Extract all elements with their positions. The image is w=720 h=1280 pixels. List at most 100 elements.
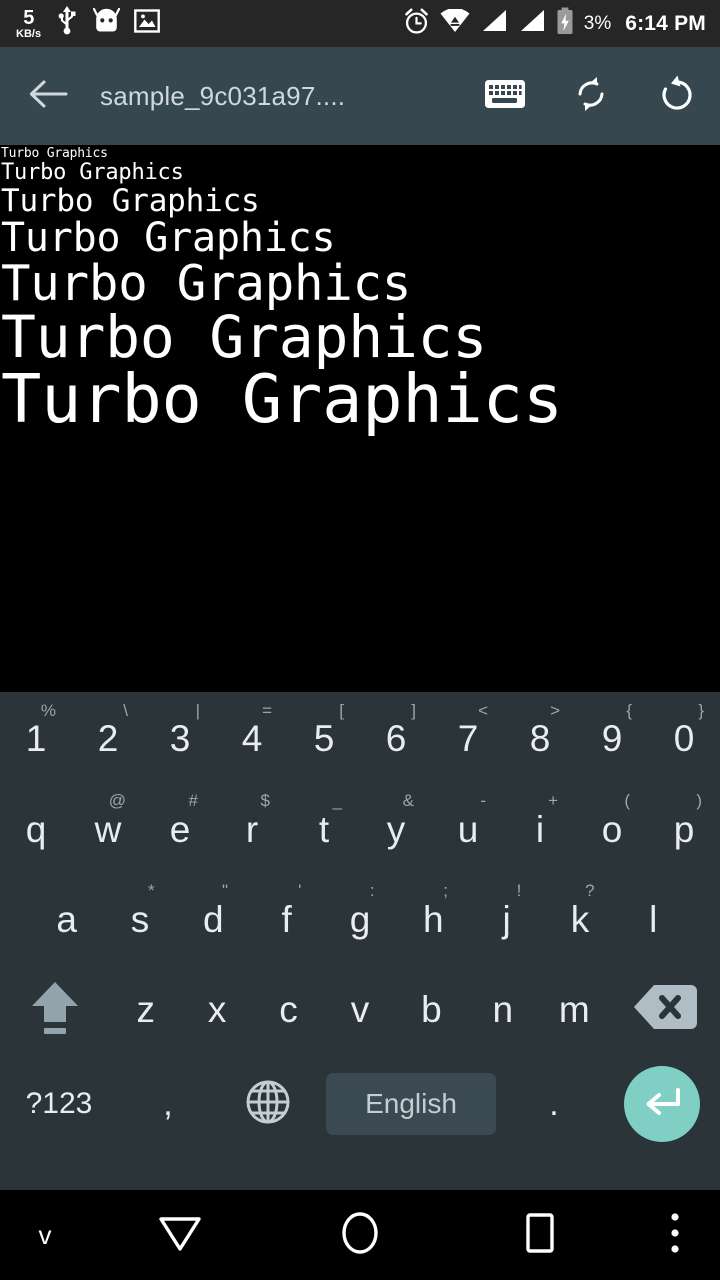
text-line: Turbo Graphics bbox=[1, 255, 412, 312]
key-label: 6 bbox=[385, 717, 407, 759]
comma-key[interactable]: , bbox=[118, 1054, 218, 1154]
spacebar[interactable]: English bbox=[326, 1073, 496, 1135]
key-b[interactable]: b bbox=[396, 964, 467, 1054]
language-switch-key[interactable] bbox=[218, 1054, 318, 1154]
key-8[interactable]: >8 bbox=[504, 692, 576, 784]
text-line: Turbo Graphics bbox=[1, 146, 108, 161]
key-p[interactable]: ) p bbox=[648, 784, 720, 874]
key-hint: ? bbox=[585, 881, 595, 900]
key-n[interactable]: n bbox=[467, 964, 538, 1054]
alarm-icon bbox=[403, 8, 430, 40]
key-z[interactable]: z bbox=[110, 964, 181, 1054]
key-label: 9 bbox=[601, 717, 623, 759]
status-bar: 5 KB/s 3% 6:14 PM bbox=[0, 0, 720, 47]
key-label: m bbox=[558, 988, 590, 1030]
enter-button[interactable] bbox=[624, 1066, 700, 1142]
key-label: 5 bbox=[313, 717, 335, 759]
key-t[interactable]: _ t bbox=[288, 784, 360, 874]
key-1[interactable]: % 1 bbox=[0, 692, 72, 784]
key-q[interactable]: q bbox=[0, 784, 72, 874]
key-4[interactable]: = 4 bbox=[216, 692, 288, 784]
key-label: a bbox=[56, 898, 77, 940]
key-hint: { bbox=[626, 701, 632, 720]
key-hint: ) bbox=[696, 791, 702, 810]
key-w[interactable]: @ w bbox=[72, 784, 144, 874]
undo-button[interactable] bbox=[634, 47, 720, 145]
key-2[interactable]: \ 2 bbox=[72, 692, 144, 784]
enter-key[interactable] bbox=[604, 1054, 720, 1154]
key-hint: _ bbox=[332, 791, 342, 810]
key-h[interactable]: ; h bbox=[397, 874, 470, 964]
symbols-key[interactable]: ?123 bbox=[0, 1054, 118, 1154]
overflow-menu-button[interactable] bbox=[630, 1212, 720, 1259]
key-label: . bbox=[549, 1085, 559, 1123]
key-o[interactable]: (o bbox=[576, 784, 648, 874]
key-s[interactable]: * s bbox=[103, 874, 176, 964]
key-6[interactable]: ] 6 bbox=[360, 692, 432, 784]
key-hint: > bbox=[550, 701, 560, 720]
key-i[interactable]: + i bbox=[504, 784, 576, 874]
key-label: p bbox=[673, 808, 695, 850]
key-hint: $ bbox=[260, 791, 270, 810]
back-button[interactable] bbox=[0, 77, 96, 116]
key-hint: ' bbox=[298, 881, 302, 900]
page-title: sample_9c031a97.... bbox=[100, 80, 346, 111]
key-label: 7 bbox=[457, 717, 479, 759]
key-f[interactable]: ' f bbox=[250, 874, 323, 964]
key-hint: ; bbox=[443, 881, 448, 900]
key-g[interactable]: :g bbox=[323, 874, 396, 964]
key-hint: - bbox=[480, 791, 486, 810]
key-hint: | bbox=[195, 701, 200, 720]
document-content-area[interactable]: Turbo Graphics Turbo Graphics Turbo Grap… bbox=[0, 145, 720, 692]
key-k[interactable]: ? k bbox=[543, 874, 616, 964]
key-3[interactable]: | 3 bbox=[144, 692, 216, 784]
shift-key[interactable] bbox=[0, 964, 110, 1054]
key-5[interactable]: [5 bbox=[288, 692, 360, 784]
status-bar-left: 5 KB/s bbox=[16, 6, 160, 41]
key-label: k bbox=[570, 898, 590, 940]
key-label: ?123 bbox=[25, 1087, 93, 1120]
text-line: Turbo Graphics bbox=[1, 303, 488, 371]
key-9[interactable]: {9 bbox=[576, 692, 648, 784]
key-x[interactable]: x bbox=[181, 964, 252, 1054]
key-e[interactable]: # e bbox=[144, 784, 216, 874]
key-label: 3 bbox=[169, 717, 191, 759]
home-nav-button[interactable] bbox=[270, 1209, 450, 1262]
backspace-key[interactable] bbox=[610, 964, 720, 1054]
key-j[interactable]: ! j bbox=[470, 874, 543, 964]
key-hint: < bbox=[478, 701, 488, 720]
key-u[interactable]: -u bbox=[432, 784, 504, 874]
keyboard-toggle-button[interactable] bbox=[462, 47, 548, 145]
key-d[interactable]: " d bbox=[177, 874, 250, 964]
key-r[interactable]: $ r bbox=[216, 784, 288, 874]
sync-button[interactable] bbox=[548, 47, 634, 145]
key-label: h bbox=[423, 898, 444, 940]
spacebar-key[interactable]: English bbox=[318, 1054, 504, 1154]
key-l[interactable]: l bbox=[617, 874, 690, 964]
key-7[interactable]: <7 bbox=[432, 692, 504, 784]
recents-nav-button[interactable] bbox=[450, 1210, 630, 1261]
key-c[interactable]: c bbox=[253, 964, 324, 1054]
status-bar-right: 3% 6:14 PM bbox=[403, 7, 706, 40]
period-key[interactable]: . bbox=[504, 1054, 604, 1154]
key-label: o bbox=[601, 808, 623, 850]
key-label: u bbox=[457, 808, 479, 850]
hide-keyboard-button[interactable]: v bbox=[0, 1220, 90, 1251]
key-hint: # bbox=[188, 791, 198, 810]
home-icon bbox=[338, 1209, 382, 1262]
key-a[interactable]: a bbox=[30, 874, 103, 964]
status-bar-clock: 6:14 PM bbox=[625, 11, 706, 35]
key-y[interactable]: & y bbox=[360, 784, 432, 874]
back-nav-button[interactable] bbox=[90, 1211, 270, 1260]
spacebar-label: English bbox=[365, 1088, 457, 1119]
key-0[interactable]: } 0 bbox=[648, 692, 720, 784]
keyboard-row-bottom-letters: z x c v b n m bbox=[0, 964, 720, 1054]
on-screen-keyboard: % 1 \ 2 | 3 = 4 [5 ] 6 <7 >8 {9 } 0 q @ w # e $ r… bbox=[0, 692, 720, 1190]
backspace-icon bbox=[633, 983, 697, 1036]
key-m[interactable]: m bbox=[539, 964, 610, 1054]
key-hint: @ bbox=[108, 791, 126, 810]
key-label: z bbox=[136, 988, 155, 1030]
key-hint: ( bbox=[624, 791, 630, 810]
key-label: 2 bbox=[97, 717, 119, 759]
key-v[interactable]: v bbox=[324, 964, 395, 1054]
